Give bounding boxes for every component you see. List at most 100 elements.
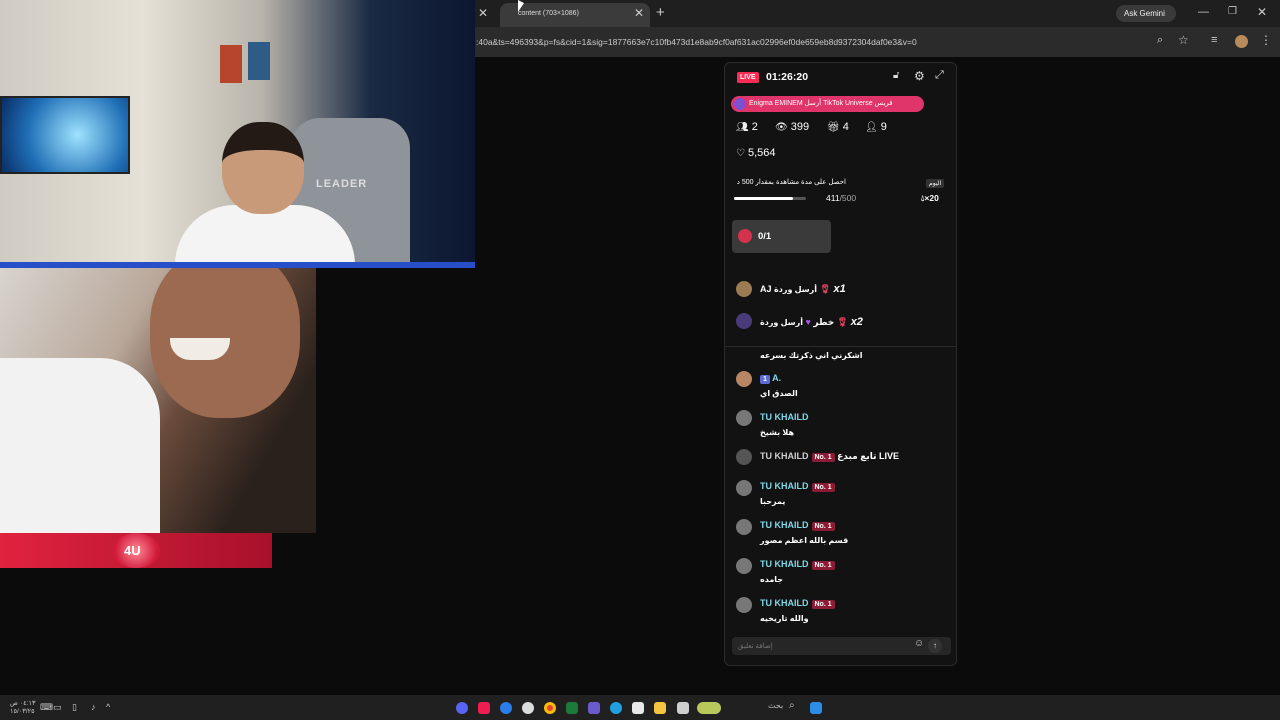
gift-action: أرسل وردة <box>774 285 818 294</box>
star-icon[interactable]: ☆ <box>1178 33 1189 47</box>
avatar[interactable] <box>736 519 752 535</box>
close-icon[interactable]: ✕ <box>634 6 644 20</box>
volume-icon[interactable]: ♪ <box>91 702 96 712</box>
gear-icon[interactable]: ⚙ <box>914 69 925 83</box>
users-icon: 👥︎ <box>736 121 749 133</box>
avatar[interactable] <box>736 410 752 426</box>
folder-icon[interactable] <box>654 702 666 714</box>
avatar[interactable] <box>736 558 752 574</box>
gift-action: أرسل وردة <box>760 318 803 327</box>
app-icon[interactable] <box>677 702 689 714</box>
rank-badge: No. 1 <box>811 483 835 492</box>
chat-username: A. <box>772 373 782 383</box>
lock-icon[interactable]: 🔓︎ <box>893 70 899 81</box>
gemini-label: Ask Gemini <box>1124 9 1165 18</box>
chair-brand: LEADER <box>316 178 368 190</box>
terminal-icon[interactable] <box>566 702 578 714</box>
mouse-cursor <box>518 0 524 12</box>
expand-icon[interactable]: ⤢ <box>935 69 944 82</box>
chat-message: هلا بشيخ <box>760 428 795 437</box>
chat-user[interactable]: TU KHAILD No. 1 <box>760 559 835 570</box>
avatar[interactable] <box>736 597 752 613</box>
chrome-icon[interactable] <box>544 702 556 714</box>
chat-user[interactable]: 1 A. <box>760 373 781 384</box>
plus-icon[interactable]: + <box>656 4 665 21</box>
store-icon[interactable] <box>632 702 644 714</box>
clip-video <box>0 268 316 533</box>
profile-avatar[interactable] <box>1235 35 1248 48</box>
goal-text: احصل على مدة مشاهدة بمقدار 500 د <box>736 179 846 186</box>
viewers-stat[interactable]: 👁︎ 399 <box>775 121 809 133</box>
clock-date: ١٥/٠٣/٢٥ <box>10 708 35 715</box>
app-icon[interactable] <box>588 702 600 714</box>
zoom-icon[interactable]: ⌕ <box>1157 34 1163 47</box>
divider <box>725 346 956 347</box>
chat-user[interactable]: TU KHAILD No. 1 <box>760 520 835 531</box>
webcam-video: LEADER <box>0 0 475 268</box>
gift-user: AJ <box>760 284 772 294</box>
app-icon[interactable] <box>500 702 512 714</box>
comment-input[interactable] <box>738 640 908 652</box>
gift-count: x1 <box>833 283 846 295</box>
rank-badge: No. 1 <box>811 600 835 609</box>
gift-banner: Enigma EMINEM أرسل TikTok Universe فريس <box>731 96 924 112</box>
tiktok-icon[interactable] <box>478 702 490 714</box>
rank-badge: No. 1 <box>811 453 835 462</box>
taskbar-search[interactable]: بحث <box>768 701 783 710</box>
url-text[interactable]: :40a&ts=496393&p=fs&cid=1&sig=1877663e7c… <box>476 37 917 47</box>
chat-message: قسم بالله اعظم مصور <box>760 536 849 545</box>
wall-poster <box>248 42 270 80</box>
network-icon[interactable]: ▭ <box>53 702 62 713</box>
close-icon[interactable]: ✕ <box>1257 5 1267 19</box>
clock-time: ٠٤:١٣ ص <box>10 700 36 707</box>
viewers-count: 399 <box>790 121 810 133</box>
goal-today-badge: اليوم <box>926 179 945 188</box>
battery-icon[interactable]: ▯ <box>72 702 77 713</box>
chat-user[interactable]: TU KHAILD No. 1 <box>760 598 835 609</box>
streamer-head <box>222 122 304 214</box>
guests-count: 2 <box>751 121 758 133</box>
avatar[interactable] <box>736 313 752 329</box>
menu-icon[interactable]: ⋮ <box>1260 33 1272 47</box>
close-icon[interactable]: ✕ <box>478 6 488 20</box>
chat-username: TU KHAILD <box>760 598 809 608</box>
avatar[interactable] <box>736 480 752 496</box>
widget-icon[interactable] <box>697 702 721 714</box>
language-icon[interactable]: ⌨ <box>40 702 53 713</box>
chat-username[interactable]: TU KHAILD <box>760 412 809 422</box>
chevron-up-icon[interactable]: ^ <box>106 702 110 712</box>
chat-message: يمرحبا <box>760 497 786 506</box>
restore-icon[interactable]: ❐ <box>1228 6 1237 17</box>
streamer-body <box>175 205 355 268</box>
gift-banner-avatar <box>734 98 746 110</box>
obs-icon[interactable] <box>522 702 534 714</box>
discord-icon[interactable] <box>456 702 468 714</box>
rose-icon <box>738 229 752 243</box>
rank-badge: No. 1 <box>811 522 835 531</box>
chat-user[interactable]: TU KHAILD No. 1 <box>760 481 835 492</box>
followers-stat[interactable]: 👤︎ 9 <box>865 121 887 133</box>
avatar[interactable] <box>736 281 752 297</box>
start-icon[interactable] <box>810 702 822 714</box>
avatar[interactable] <box>736 371 752 387</box>
gifts-stat[interactable]: 🎁︎ 4 <box>827 121 849 133</box>
gift-row: AJ أرسل وردة 🌹︎ x1 <box>760 283 846 295</box>
search-icon[interactable]: ⌕ <box>789 700 795 711</box>
gift-icon: 🎁︎ <box>827 121 840 133</box>
chat-message: جامده <box>760 575 784 584</box>
clip-shirt <box>0 358 160 533</box>
avatar[interactable] <box>736 449 752 465</box>
guests-stat[interactable]: 👥︎ 2 <box>736 121 758 133</box>
chat-username: TU KHAILD <box>760 481 809 491</box>
send-button[interactable]: ↑ <box>928 639 942 653</box>
followers-count: 9 <box>880 121 887 133</box>
media-icon[interactable]: ≡ <box>1211 34 1217 46</box>
live-badge: LIVE <box>737 72 759 83</box>
rose-icon: 🌹︎ <box>819 284 831 294</box>
taskbar-clock[interactable]: ٠٤:١٣ ص ١٥/٠٣/٢٥ <box>10 700 35 716</box>
minimize-icon[interactable]: — <box>1198 6 1209 18</box>
edge-icon[interactable] <box>610 702 622 714</box>
gift-banner-text: Enigma EMINEM أرسل TikTok Universe فريس <box>749 100 893 107</box>
emoji-icon[interactable]: ☺ <box>914 638 924 649</box>
ask-gemini-button[interactable]: Ask Gemini <box>1116 5 1176 22</box>
